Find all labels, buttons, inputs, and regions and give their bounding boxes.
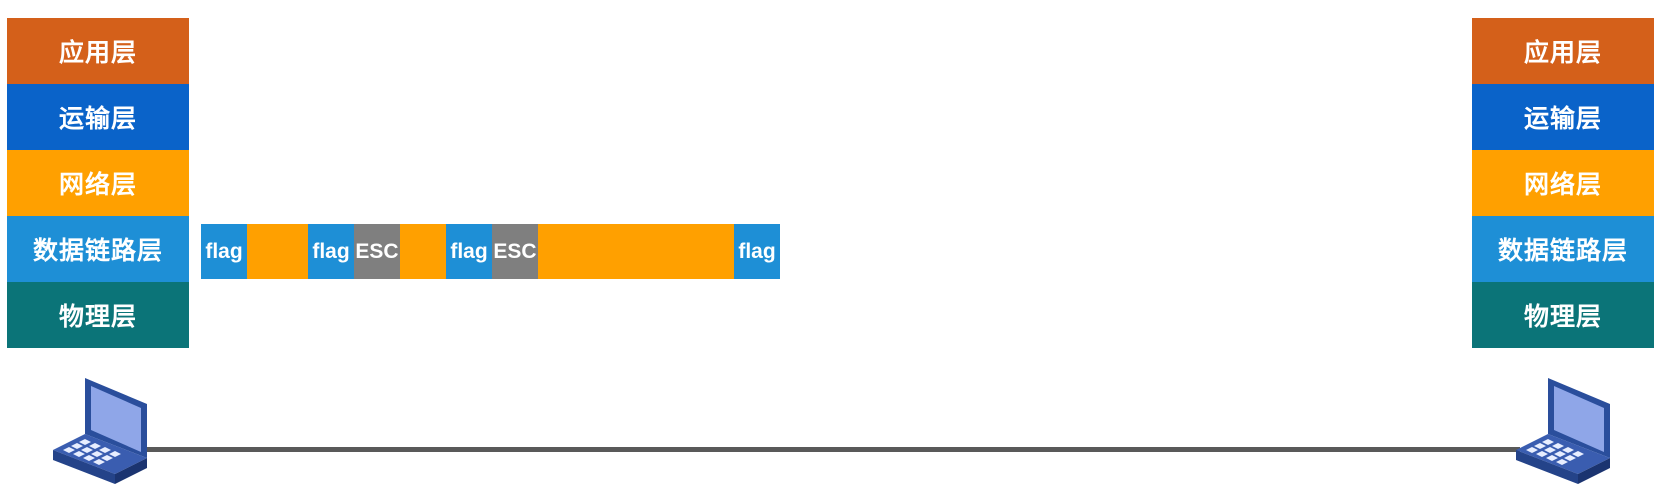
frame-data-3	[538, 224, 734, 279]
physical-link	[140, 447, 1520, 452]
right-layer-transport: 运输层	[1472, 84, 1654, 150]
left-protocol-stack: 应用层 运输层 网络层 数据链路层 物理层	[7, 18, 189, 348]
right-layer-physical: 物理层	[1472, 282, 1654, 348]
frame-flag-end: flag	[734, 224, 780, 279]
frame-flag-escaped-1: flag	[308, 224, 354, 279]
left-layer-network: 网络层	[7, 150, 189, 216]
laptop-icon	[1516, 378, 1610, 484]
right-layer-datalink: 数据链路层	[1472, 216, 1654, 282]
right-layer-application: 应用层	[1472, 18, 1654, 84]
right-layer-network: 网络层	[1472, 150, 1654, 216]
left-layer-physical: 物理层	[7, 282, 189, 348]
ppp-frame: flag flag ESC flag ESC flag	[201, 224, 780, 279]
frame-esc-2: ESC	[492, 224, 538, 279]
frame-data-1	[247, 224, 308, 279]
frame-esc-1: ESC	[354, 224, 400, 279]
frame-data-2	[400, 224, 446, 279]
left-layer-application: 应用层	[7, 18, 189, 84]
right-protocol-stack: 应用层 运输层 网络层 数据链路层 物理层	[1472, 18, 1654, 348]
frame-flag-start: flag	[201, 224, 247, 279]
frame-flag-escaped-2: flag	[446, 224, 492, 279]
left-layer-datalink: 数据链路层	[7, 216, 189, 282]
laptop-icon	[53, 378, 147, 484]
left-layer-transport: 运输层	[7, 84, 189, 150]
